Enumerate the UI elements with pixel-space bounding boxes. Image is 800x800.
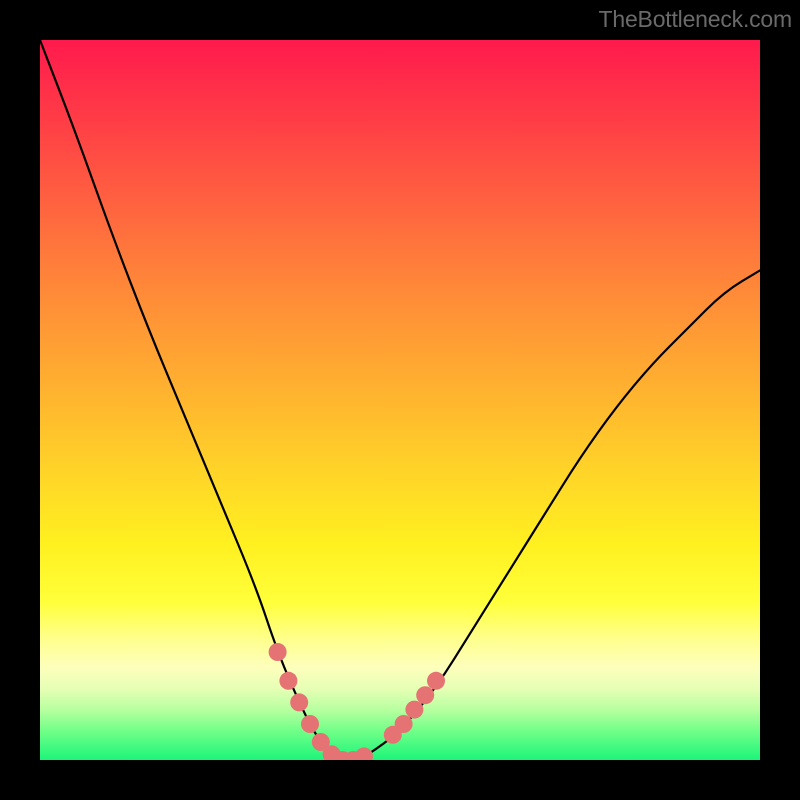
curve-marker bbox=[416, 686, 434, 704]
plot-area bbox=[40, 40, 760, 760]
curve-marker bbox=[355, 747, 373, 760]
curve-marker bbox=[290, 693, 308, 711]
curve-marker bbox=[427, 672, 445, 690]
curve-marker bbox=[301, 715, 319, 733]
curve-marker bbox=[405, 701, 423, 719]
curve-markers bbox=[269, 643, 445, 760]
curve-marker bbox=[395, 715, 413, 733]
bottleneck-curve bbox=[40, 40, 760, 760]
curve-marker bbox=[279, 672, 297, 690]
curve-layer bbox=[40, 40, 760, 760]
watermark-text: TheBottleneck.com bbox=[599, 6, 792, 33]
curve-marker bbox=[269, 643, 287, 661]
chart-frame: TheBottleneck.com bbox=[0, 0, 800, 800]
